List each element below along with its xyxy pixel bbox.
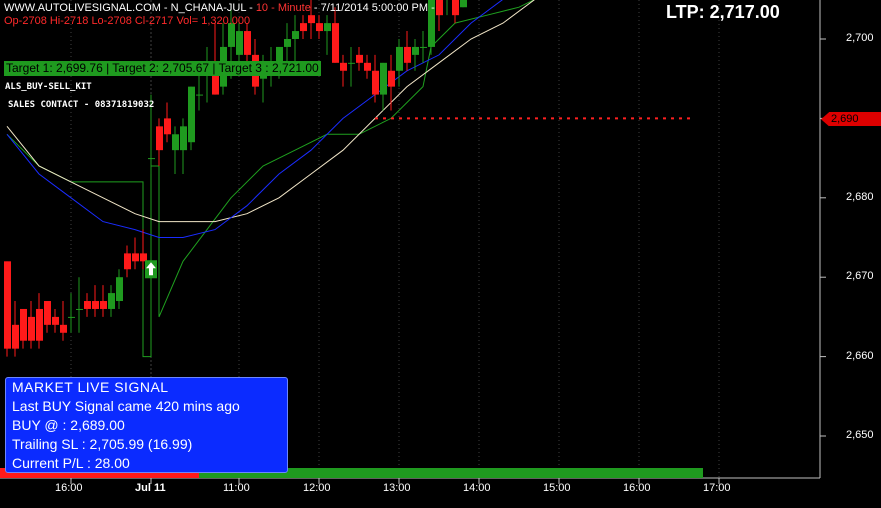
x-tick-label: 14:00 bbox=[463, 482, 491, 494]
candle-body bbox=[76, 308, 83, 310]
sales-contact: SALES CONTACT - 08371819032 bbox=[8, 100, 155, 110]
candle-body bbox=[148, 158, 155, 160]
x-tick-label: 15:00 bbox=[543, 482, 571, 494]
last-traded-price: LTP: 2,717.00 bbox=[666, 2, 780, 22]
x-tick-label: 13:00 bbox=[383, 482, 411, 494]
candle-body bbox=[364, 62, 371, 71]
chart-header-line-1: WWW.AUTOLIVESIGNAL.COM - N_CHANA-JUL - 1… bbox=[4, 2, 435, 14]
x-tick-label: 12:00 bbox=[303, 482, 331, 494]
candle-body bbox=[44, 301, 51, 325]
candle-body bbox=[244, 31, 251, 55]
candle-body bbox=[300, 23, 307, 32]
candle-body bbox=[324, 23, 331, 32]
candle-body bbox=[316, 23, 323, 32]
candle-body bbox=[84, 301, 91, 309]
price-marker: 2,690 bbox=[829, 112, 881, 127]
candle-body bbox=[156, 126, 163, 151]
signal-buy-price: BUY @ : 2,689.00 bbox=[12, 417, 125, 433]
signal-title: MARKET LIVE SIGNAL bbox=[12, 379, 169, 395]
x-tick-label: 16:00 bbox=[55, 482, 83, 494]
candle-body bbox=[188, 86, 195, 143]
candle-body bbox=[436, 0, 443, 16]
y-tick-label: 2,650 bbox=[846, 429, 874, 441]
candle-body bbox=[20, 308, 27, 341]
signal-last-buy: Last BUY Signal came 420 mins ago bbox=[12, 398, 240, 414]
kit-label: ALS_BUY-SELL_KIT bbox=[5, 82, 92, 92]
candle-body bbox=[356, 54, 363, 63]
candle-body bbox=[412, 46, 419, 55]
candle-body bbox=[52, 316, 59, 325]
header-timeframe: 10 - Minute bbox=[255, 2, 311, 14]
candle-body bbox=[132, 253, 139, 262]
y-tick-label: 2,680 bbox=[846, 190, 874, 203]
candle-body bbox=[340, 62, 347, 71]
candle-body bbox=[68, 316, 75, 318]
candle-body bbox=[108, 293, 115, 309]
x-tick-label: 16:00 bbox=[623, 482, 651, 494]
candle-body bbox=[348, 62, 355, 64]
candle-body bbox=[140, 253, 147, 262]
candle-body bbox=[452, 0, 459, 16]
market-live-signal-panel: MARKET LIVE SIGNAL Last BUY Signal came … bbox=[5, 377, 288, 473]
y-tick-label: 2,700 bbox=[846, 32, 874, 44]
candle-body bbox=[180, 126, 187, 151]
candle-body bbox=[332, 23, 339, 63]
candle-body bbox=[36, 308, 43, 341]
candle-body bbox=[292, 31, 299, 39]
signal-current-pl: Current P/L : 28.00 bbox=[12, 455, 130, 471]
candle-body bbox=[116, 277, 123, 302]
targets-banner: Target 1: 2,699.76 | Target 2: 2,705.67 … bbox=[4, 61, 321, 76]
candle-body bbox=[380, 62, 387, 95]
signal-trailing-sl: Trailing SL : 2,705.99 (16.99) bbox=[12, 436, 193, 452]
x-tick-label: 17:00 bbox=[703, 482, 731, 494]
candle-body bbox=[164, 118, 171, 135]
x-tick-label: 11:00 bbox=[223, 482, 250, 494]
candle-body bbox=[388, 70, 395, 87]
candle-body bbox=[28, 316, 35, 341]
candle-body bbox=[92, 301, 99, 309]
header-date: - 7/11/2014 5:00:00 PM - bbox=[310, 2, 435, 14]
ohlc-readout: Op-2708 Hi-2718 Lo-2708 Cl-2717 Vol= 1,3… bbox=[4, 15, 251, 27]
candle-body bbox=[196, 94, 203, 96]
candle-body bbox=[100, 301, 107, 309]
header-site-symbol: WWW.AUTOLIVESIGNAL.COM - N_CHANA-JUL - bbox=[4, 2, 256, 14]
candle-body bbox=[12, 324, 19, 349]
candle-body bbox=[396, 46, 403, 71]
candle-body bbox=[124, 253, 131, 270]
candle-body bbox=[4, 261, 11, 349]
candle-body bbox=[372, 70, 379, 95]
candle-body bbox=[60, 324, 67, 333]
candle-body bbox=[284, 39, 291, 47]
y-tick-label: 2,660 bbox=[846, 349, 874, 362]
candle-body bbox=[308, 15, 315, 24]
candle-body bbox=[172, 134, 179, 151]
candle-body bbox=[460, 0, 467, 8]
candle-body bbox=[420, 46, 427, 48]
y-tick-label: 2,670 bbox=[846, 270, 874, 283]
candle-body bbox=[236, 31, 243, 55]
x-tick-label: Jul 11 bbox=[135, 482, 166, 494]
candle-body bbox=[404, 46, 411, 63]
